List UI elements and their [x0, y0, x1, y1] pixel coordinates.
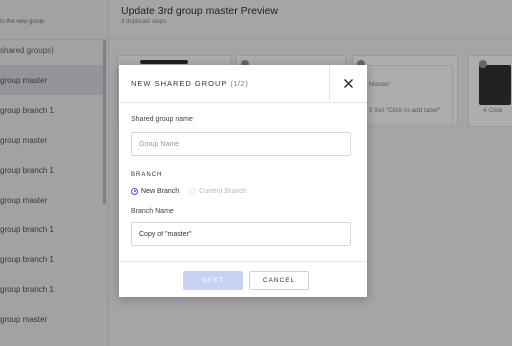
close-icon	[344, 79, 353, 88]
dialog-title: NEW SHARED GROUP (1/2)	[131, 79, 249, 88]
close-button[interactable]	[329, 65, 367, 102]
group-name-label: Shared group name	[131, 116, 193, 123]
dialog-header: NEW SHARED GROUP (1/2)	[119, 65, 367, 103]
cancel-button[interactable]: CANCEL	[249, 271, 309, 290]
group-name-field[interactable]	[131, 132, 351, 156]
branch-name-label: Branch Name	[131, 208, 174, 215]
branch-name-field[interactable]	[131, 222, 351, 246]
next-button[interactable]: NEXT	[183, 271, 243, 290]
new-shared-group-dialog: NEW SHARED GROUP (1/2) Shared group name…	[119, 65, 367, 297]
branch-radio-group: New Branch Current Branch	[131, 186, 257, 196]
new-branch-radio[interactable]: New Branch	[131, 187, 179, 195]
dialog-step: (1/2)	[230, 79, 249, 88]
branch-name-input[interactable]	[132, 223, 350, 246]
radio-unselected-icon	[189, 187, 197, 195]
group-name-input[interactable]	[132, 133, 350, 156]
branch-section-heading: BRANCH	[131, 172, 163, 178]
dialog-footer: NEXT CANCEL	[119, 261, 367, 298]
radio-selected-icon	[131, 187, 138, 195]
current-branch-radio[interactable]: Current Branch	[189, 187, 247, 195]
